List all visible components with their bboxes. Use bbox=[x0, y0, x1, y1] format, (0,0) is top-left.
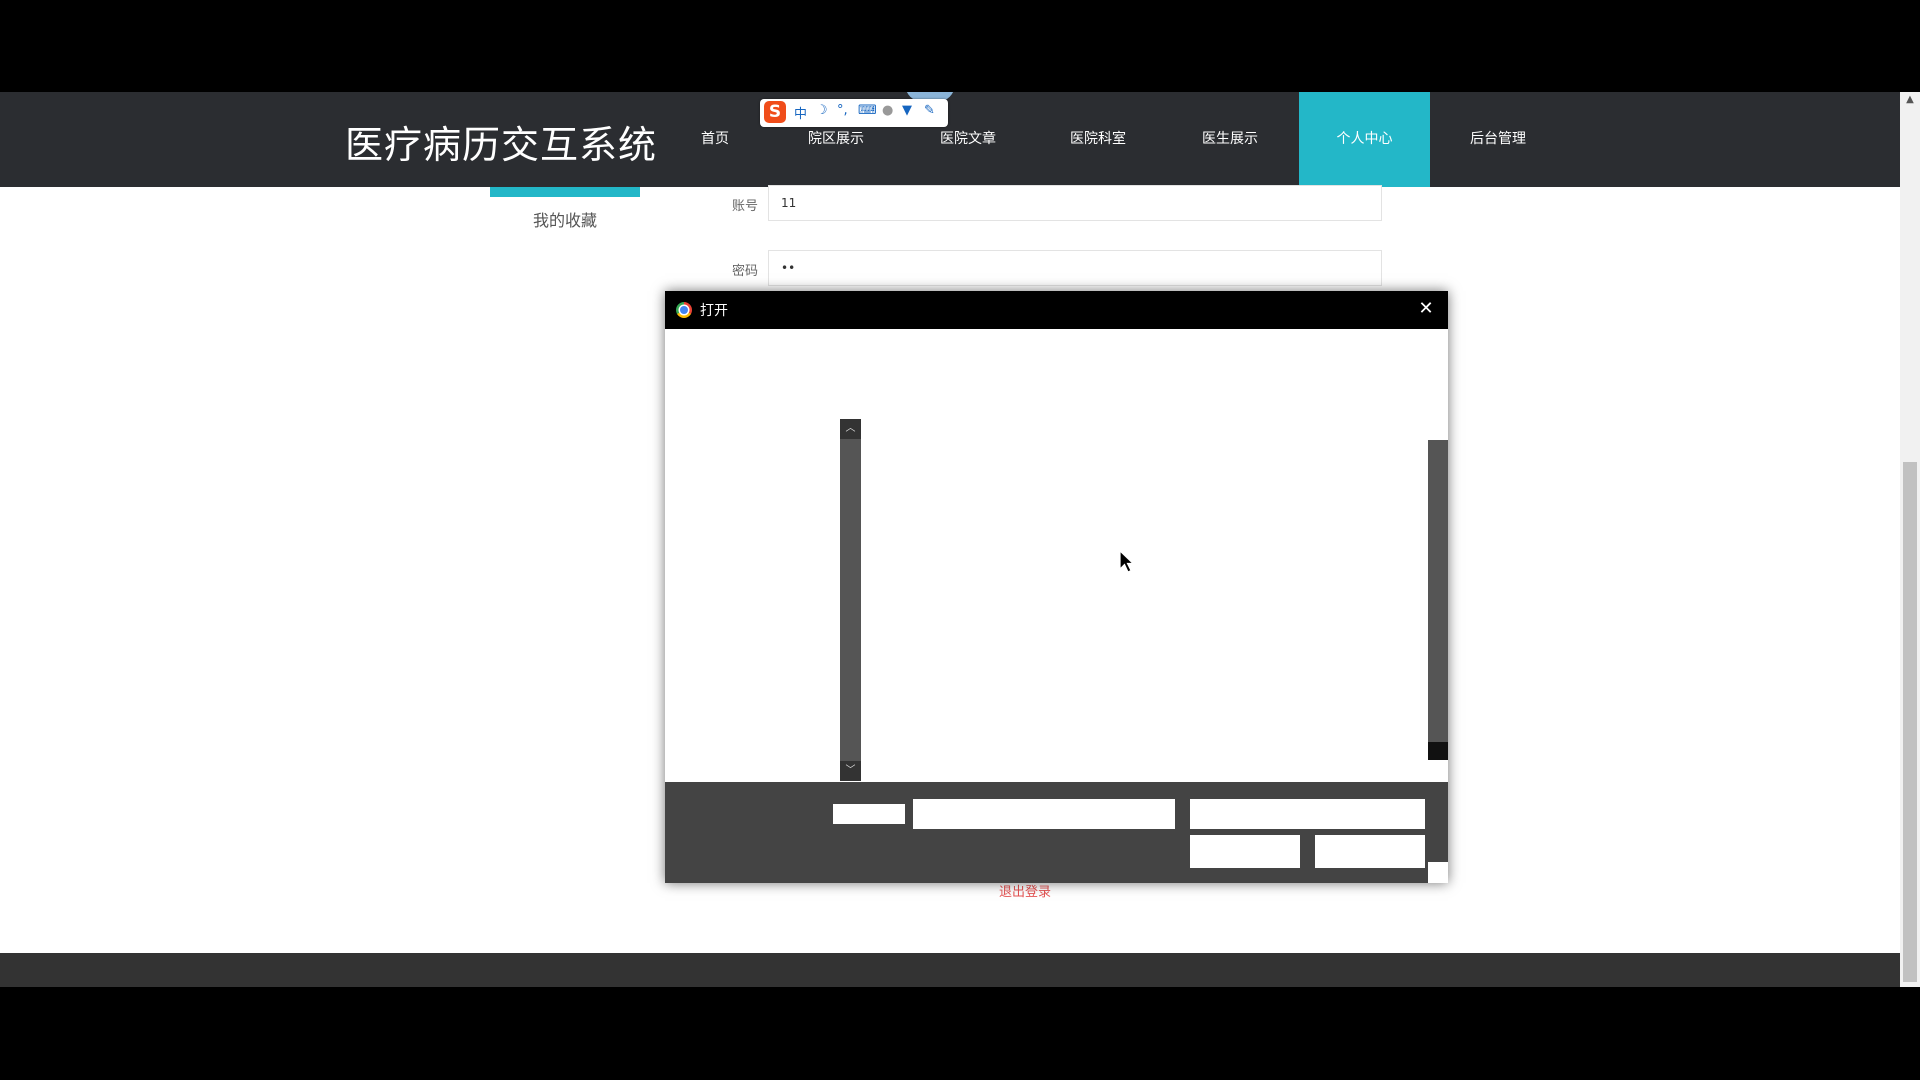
scroll-up-arrow-icon[interactable]: ▲ bbox=[1900, 92, 1920, 108]
site-title: 医疗病历交互系统 bbox=[345, 123, 658, 167]
open-button[interactable] bbox=[1190, 835, 1300, 868]
nav-doctor-display[interactable]: 医生展示 bbox=[1194, 92, 1266, 187]
keyboard-icon[interactable]: ⌨ bbox=[858, 103, 877, 118]
logout-link[interactable]: 退出登录 bbox=[985, 881, 1065, 900]
page-scrollbar[interactable]: ▲ bbox=[1900, 92, 1920, 987]
dialog-titlebar[interactable]: 打开 ✕ bbox=[665, 291, 1448, 329]
open-file-dialog: 打开 ✕ ︿ ﹀ bbox=[665, 291, 1448, 883]
page-footer bbox=[0, 953, 1900, 987]
chrome-icon bbox=[676, 302, 692, 318]
account-label: 账号 bbox=[731, 199, 758, 214]
ime-toolbar[interactable]: S 中 ☽ °, ⌨ ● ▼ ✎ bbox=[760, 99, 948, 127]
sidebar-item-favorites[interactable]: 我的收藏 bbox=[490, 207, 640, 231]
ime-mode-toggle[interactable]: 中 bbox=[794, 103, 807, 122]
filename-input[interactable] bbox=[913, 799, 1175, 829]
sidebar-active-indicator bbox=[490, 187, 640, 197]
cancel-button[interactable] bbox=[1315, 835, 1425, 868]
nav-home[interactable]: 首页 bbox=[690, 92, 740, 187]
shirt-icon[interactable]: ▼ bbox=[902, 103, 912, 118]
resize-grip[interactable] bbox=[1428, 862, 1448, 883]
user-icon[interactable]: ● bbox=[882, 103, 893, 118]
mouse-cursor-icon bbox=[1119, 550, 1135, 573]
site-header: 医疗病历交互系统 首页 院区展示 医院文章 医院科室 医生展示 个人中心 后台管… bbox=[0, 92, 1900, 187]
wrench-icon[interactable]: ✎ bbox=[924, 103, 935, 118]
dialog-footer bbox=[665, 782, 1448, 883]
page-scroll-thumb[interactable] bbox=[1903, 462, 1917, 982]
password-field[interactable]: •• bbox=[768, 250, 1382, 286]
password-label: 密码 bbox=[731, 264, 758, 279]
nav-hospital-departments[interactable]: 医院科室 bbox=[1062, 92, 1134, 187]
nav-personal-center[interactable]: 个人中心 bbox=[1299, 92, 1430, 187]
filename-label bbox=[833, 804, 905, 824]
folder-pane-scrollbar[interactable]: ︿ ﹀ bbox=[840, 419, 861, 781]
sogou-logo-icon[interactable]: S bbox=[764, 101, 786, 123]
nav-admin[interactable]: 后台管理 bbox=[1462, 92, 1534, 187]
file-list-scrollbar[interactable] bbox=[1428, 440, 1448, 760]
file-list-scroll-end[interactable] bbox=[1428, 742, 1448, 760]
filetype-select[interactable] bbox=[1190, 799, 1425, 829]
dialog-title: 打开 bbox=[700, 303, 728, 319]
chevron-up-icon[interactable]: ︿ bbox=[840, 419, 861, 439]
punctuation-icon[interactable]: °, bbox=[837, 103, 848, 118]
account-field[interactable]: 11 bbox=[768, 185, 1382, 221]
chevron-down-icon[interactable]: ﹀ bbox=[840, 761, 861, 781]
moon-icon[interactable]: ☽ bbox=[816, 103, 828, 118]
close-icon[interactable]: ✕ bbox=[1414, 297, 1438, 321]
